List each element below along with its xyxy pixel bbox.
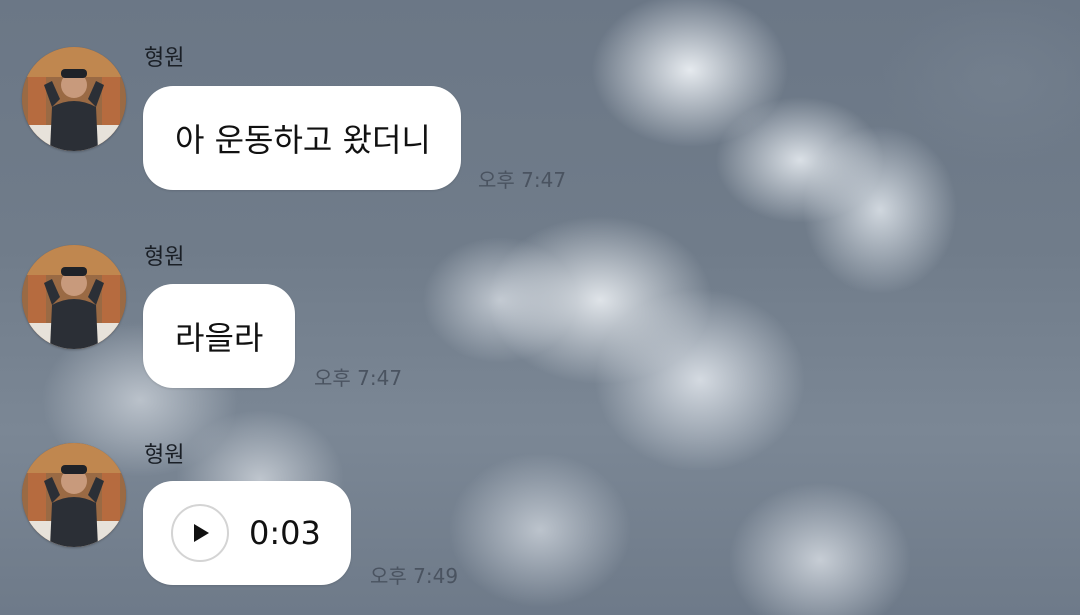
message-bubble[interactable]: 아 운동하고 왔더니: [143, 86, 461, 190]
message-time: 오후 7:47: [314, 366, 403, 390]
message-time: 오후 7:49: [370, 564, 459, 588]
profile-photo-avatar-icon: [22, 47, 126, 151]
message-text: 아 운동하고 왔더니: [175, 121, 431, 159]
sender-avatar[interactable]: [22, 245, 126, 349]
sender-avatar[interactable]: [22, 443, 126, 547]
message-text: 라을라: [175, 319, 264, 357]
play-button[interactable]: [171, 504, 229, 562]
sender-name: 형원: [144, 443, 185, 468]
sender-name: 형원: [144, 245, 185, 270]
play-icon: [194, 524, 209, 542]
message-time: 오후 7:47: [478, 168, 567, 192]
message-bubble[interactable]: 라을라: [143, 284, 295, 388]
profile-photo-avatar-icon: [22, 245, 126, 349]
sender-name: 형원: [144, 46, 185, 71]
voice-duration: 0:03: [249, 514, 321, 552]
profile-photo-avatar-icon: [22, 443, 126, 547]
voice-message-bubble[interactable]: 0:03: [143, 481, 351, 585]
sender-avatar[interactable]: [22, 47, 126, 151]
